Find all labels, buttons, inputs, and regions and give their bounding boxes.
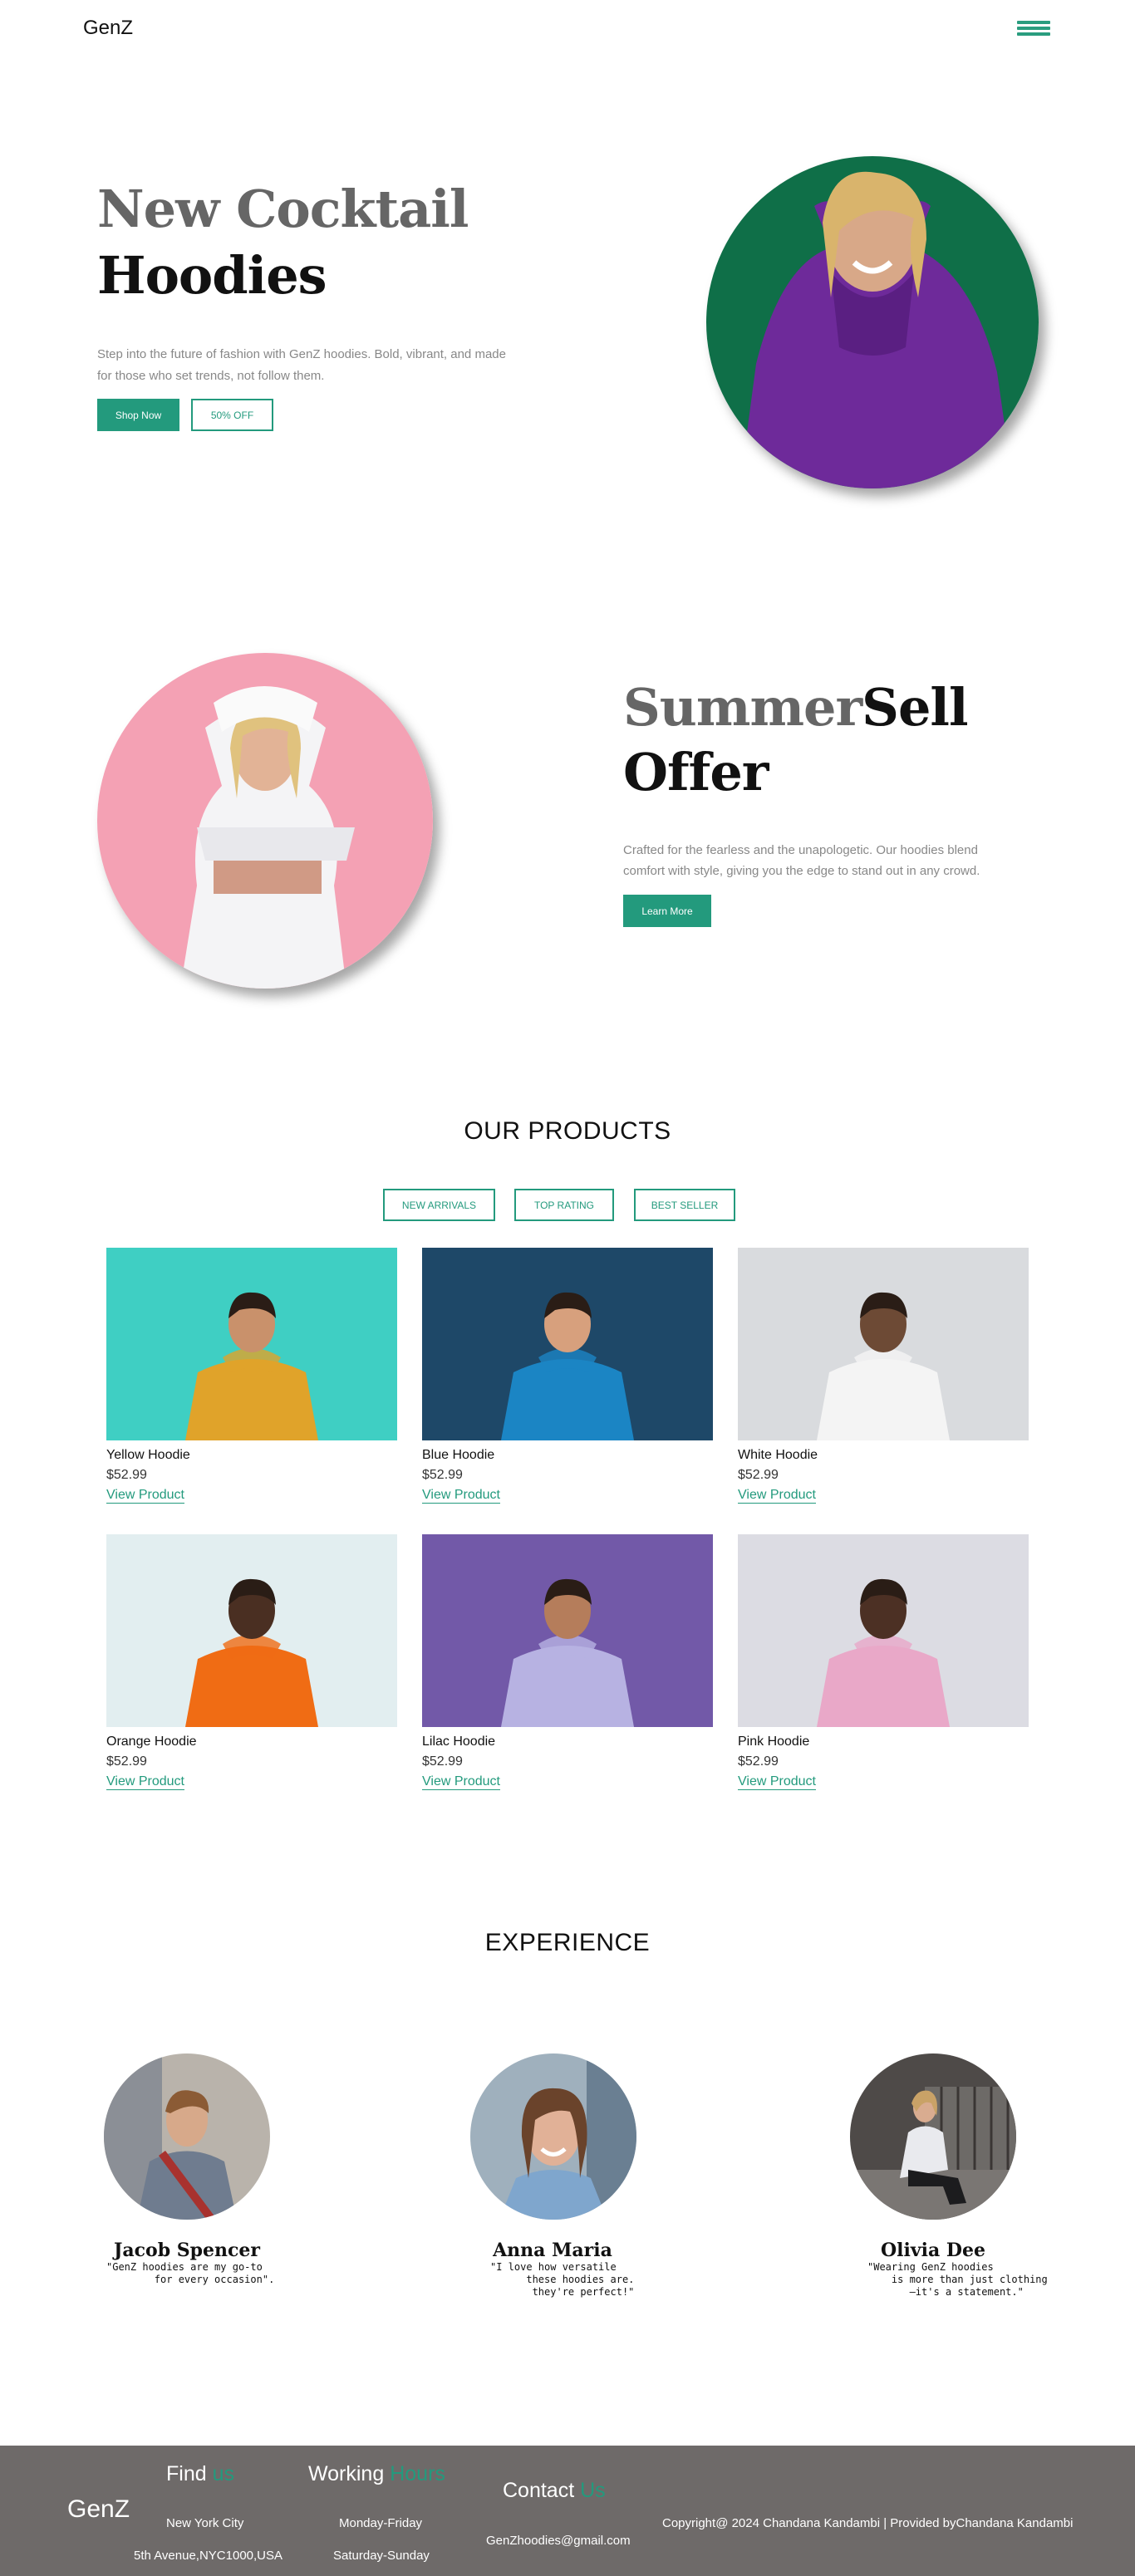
hero-model-image bbox=[706, 156, 1039, 488]
footer-hours-heading: Working Hours bbox=[308, 2462, 445, 2486]
hero-title-line2: Hoodies bbox=[97, 245, 327, 306]
site-logo[interactable]: GenZ bbox=[83, 17, 133, 40]
footer-find-title: Find bbox=[166, 2462, 207, 2485]
product-card[interactable]: Yellow Hoodie $52.99 View Product bbox=[106, 1248, 397, 1522]
product-image[interactable] bbox=[106, 1248, 397, 1440]
offer-description: Crafted for the fearless and the unapolo… bbox=[623, 843, 980, 878]
testimonial-name: Anna Maria bbox=[493, 2240, 612, 2261]
product-name: Pink Hoodie bbox=[738, 1735, 810, 1749]
product-card[interactable]: White Hoodie $52.99 View Product bbox=[738, 1248, 1029, 1522]
view-product-link[interactable]: View Product bbox=[738, 1488, 816, 1504]
experience-title: EXPERIENCE bbox=[484, 1929, 651, 1956]
product-name: Blue Hoodie bbox=[422, 1448, 495, 1462]
footer-city: New York City bbox=[166, 2516, 244, 2530]
testimonial-avatar bbox=[470, 2053, 636, 2220]
offer-title-summer: Summer bbox=[623, 677, 862, 738]
product-price: $52.99 bbox=[106, 1468, 147, 1482]
footer-contact-accent: Us bbox=[580, 2479, 606, 2502]
offer-title-line1: SummerSell bbox=[623, 677, 969, 738]
view-product-link[interactable]: View Product bbox=[738, 1774, 816, 1790]
shop-now-button[interactable]: Shop Now bbox=[97, 399, 179, 431]
tab-new-arrivals[interactable]: NEW ARRIVALS bbox=[383, 1189, 495, 1221]
view-product-link[interactable]: View Product bbox=[422, 1774, 500, 1790]
footer-hours-title: Working bbox=[308, 2462, 385, 2485]
product-card[interactable]: Blue Hoodie $52.99 View Product bbox=[422, 1248, 713, 1522]
product-card[interactable]: Orange Hoodie $52.99 View Product bbox=[106, 1534, 397, 1808]
footer-find-accent: us bbox=[212, 2462, 234, 2485]
footer-find-heading: Find us bbox=[166, 2462, 234, 2486]
hamburger-menu-icon[interactable] bbox=[1017, 21, 1050, 37]
footer-copyright: Copyright@ 2024 Chandana Kandambi | Prov… bbox=[662, 2516, 1074, 2530]
product-image[interactable] bbox=[422, 1248, 713, 1440]
footer-address: 5th Avenue,NYC1000,USA bbox=[134, 2549, 283, 2563]
product-price: $52.99 bbox=[422, 1468, 463, 1482]
testimonial-avatar bbox=[104, 2053, 270, 2220]
testimonial-avatar bbox=[850, 2053, 1016, 2220]
footer-weekend: Saturday-Sunday bbox=[333, 2549, 430, 2563]
offer-title-sell: Sell bbox=[862, 677, 968, 738]
product-price: $52.99 bbox=[106, 1754, 147, 1769]
view-product-link[interactable]: View Product bbox=[106, 1774, 184, 1790]
product-image[interactable] bbox=[422, 1534, 713, 1727]
product-name: White Hoodie bbox=[738, 1448, 818, 1462]
product-name: Lilac Hoodie bbox=[422, 1735, 496, 1749]
offer-title-line2: Offer bbox=[623, 742, 769, 802]
footer-contact-title: Contact bbox=[503, 2479, 575, 2502]
product-name: Orange Hoodie bbox=[106, 1735, 197, 1749]
tab-top-rating[interactable]: TOP RATING bbox=[514, 1189, 614, 1221]
product-image[interactable] bbox=[738, 1248, 1029, 1440]
testimonial-quote: "GenZ hoodies are my go-to for every occ… bbox=[106, 2261, 275, 2285]
view-product-link[interactable]: View Product bbox=[422, 1488, 500, 1504]
view-product-link[interactable]: View Product bbox=[106, 1488, 184, 1504]
tab-best-seller[interactable]: BEST SELLER bbox=[634, 1189, 735, 1221]
product-price: $52.99 bbox=[422, 1754, 463, 1769]
site-footer: GenZ Find us New York City 5th Avenue,NY… bbox=[0, 2446, 1135, 2576]
testimonial-quote: "I love how versatile these hoodies are.… bbox=[490, 2261, 635, 2298]
footer-contact-heading: Contact Us bbox=[503, 2479, 606, 2503]
offer-model-image bbox=[97, 653, 433, 989]
footer-email-link[interactable]: GenZhoodies@gmail.com bbox=[486, 2534, 631, 2548]
product-image[interactable] bbox=[106, 1534, 397, 1727]
products-title: OUR PRODUCTS bbox=[464, 1117, 671, 1145]
testimonial-name: Olivia Dee bbox=[880, 2240, 985, 2261]
product-card[interactable]: Lilac Hoodie $52.99 View Product bbox=[422, 1534, 713, 1808]
product-card[interactable]: Pink Hoodie $52.99 View Product bbox=[738, 1534, 1029, 1808]
discount-button[interactable]: 50% OFF bbox=[191, 399, 273, 431]
product-price: $52.99 bbox=[738, 1468, 779, 1482]
testimonial-name: Jacob Spencer bbox=[113, 2240, 261, 2261]
footer-hours-accent: Hours bbox=[390, 2462, 445, 2485]
footer-weekdays: Monday-Friday bbox=[339, 2516, 423, 2530]
footer-logo[interactable]: GenZ bbox=[67, 2495, 130, 2524]
learn-more-button[interactable]: Learn More bbox=[623, 895, 711, 927]
product-name: Yellow Hoodie bbox=[106, 1448, 190, 1462]
product-price: $52.99 bbox=[738, 1754, 779, 1769]
product-image[interactable] bbox=[738, 1534, 1029, 1727]
hero-title-line1: New Cocktail bbox=[97, 179, 469, 239]
hero-description: Step into the future of fashion with Gen… bbox=[97, 347, 506, 383]
testimonial-quote: "Wearing GenZ hoodies is more than just … bbox=[867, 2261, 1048, 2298]
